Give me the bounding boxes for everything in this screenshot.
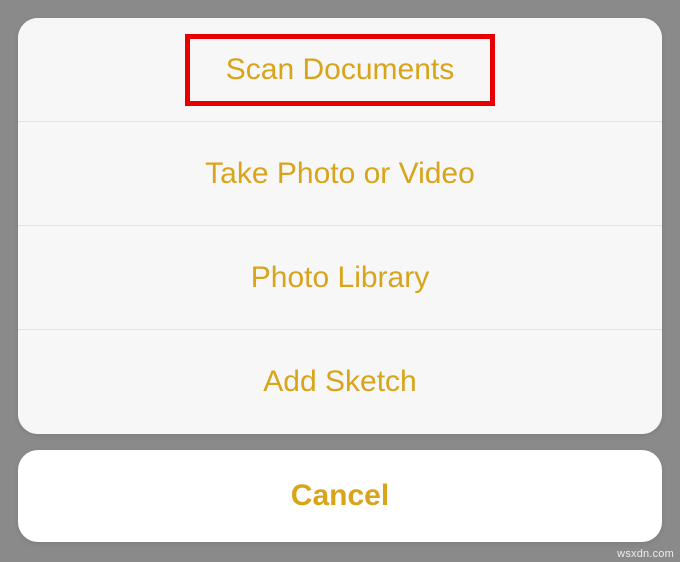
cancel-button[interactable]: Cancel [18, 450, 662, 542]
action-sheet-cancel: Cancel [18, 450, 662, 542]
option-label: Photo Library [251, 261, 429, 295]
action-sheet-options: Scan Documents Take Photo or Video Photo… [18, 18, 662, 434]
option-scan-documents[interactable]: Scan Documents [18, 18, 662, 122]
option-photo-library[interactable]: Photo Library [18, 226, 662, 330]
option-take-photo-or-video[interactable]: Take Photo or Video [18, 122, 662, 226]
option-label: Take Photo or Video [205, 157, 475, 191]
cancel-label: Cancel [291, 479, 389, 513]
option-add-sketch[interactable]: Add Sketch [18, 330, 662, 434]
option-label: Add Sketch [263, 365, 416, 399]
option-label: Scan Documents [226, 53, 454, 87]
watermark-text: wsxdn.com [617, 548, 674, 560]
